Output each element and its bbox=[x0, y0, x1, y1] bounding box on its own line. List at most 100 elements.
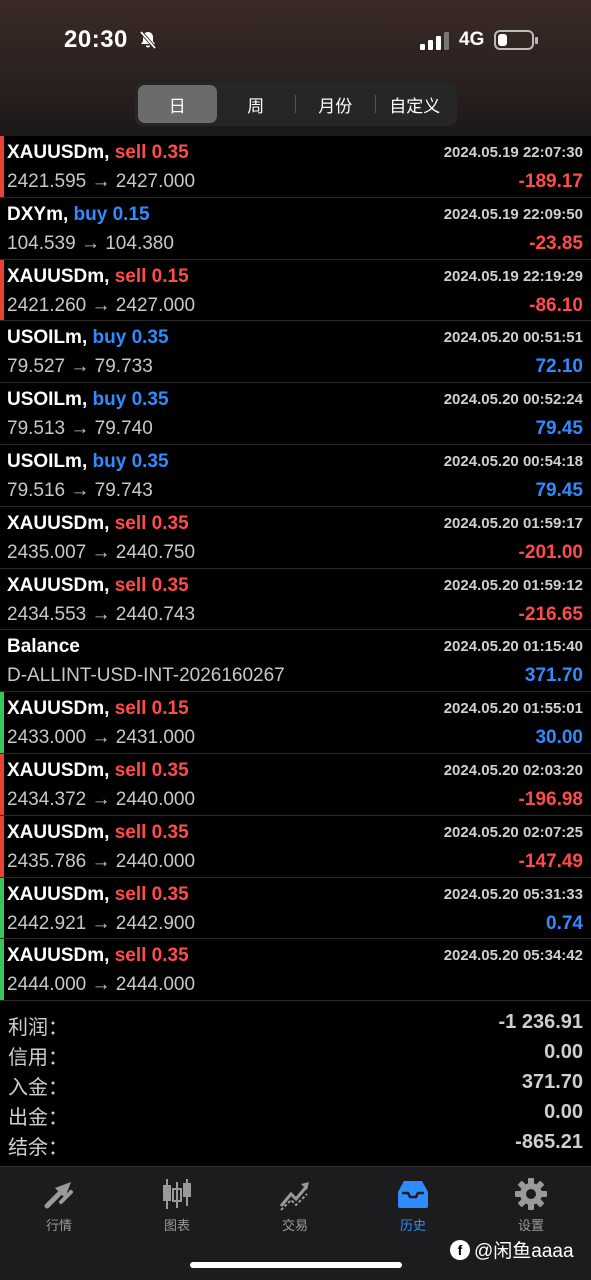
trade-prices: 2442.921 → 2442.900 bbox=[7, 912, 196, 934]
tab-history[interactable]: 历史 bbox=[354, 1167, 472, 1237]
trade-volume: 0.35 bbox=[151, 759, 189, 781]
tab-settings[interactable]: 设置 bbox=[472, 1167, 590, 1237]
segment-custom[interactable]: 自定义 bbox=[376, 85, 455, 123]
trade-volume: 0.35 bbox=[151, 512, 189, 534]
period-segmented-control: 日 周 月份 自定义 bbox=[135, 82, 457, 126]
trade-side: buy bbox=[92, 450, 127, 472]
trade-prices: 2435.786 → 2440.000 bbox=[7, 850, 196, 872]
trade-date: 2024.05.20 05:34:42 bbox=[443, 947, 583, 965]
trade-date: 2024.05.19 22:07:30 bbox=[443, 144, 583, 161]
trade-side: buy bbox=[92, 327, 127, 349]
trade-profit: -189.17 bbox=[518, 171, 583, 192]
trade-row[interactable]: XAUUSDm, sell 0.15 2024.05.20 01:55:01 243… bbox=[0, 692, 591, 754]
trade-row[interactable]: XAUUSDm, sell 0.35 2024.05.20 01:59:12 243… bbox=[0, 569, 591, 631]
trade-side: sell bbox=[114, 512, 147, 534]
summary-row: 利润： -1 236.91 bbox=[0, 1010, 591, 1040]
trade-volume: 0.35 bbox=[151, 574, 189, 596]
tab-quotes[interactable]: 行情 bbox=[0, 1167, 118, 1237]
trade-date: 2024.05.20 02:07:25 bbox=[443, 823, 583, 841]
summary-value: 0.00 bbox=[544, 1101, 583, 1123]
trade-side: buy bbox=[73, 203, 108, 225]
summary-label: 结余： bbox=[8, 1137, 68, 1159]
trade-profit: 30.00 bbox=[535, 727, 583, 749]
status-bar bbox=[0, 939, 4, 1001]
trade-prices: 79.513 → 79.740 bbox=[7, 418, 153, 440]
tab-label: 设置 bbox=[517, 1218, 544, 1233]
symbol: XAUUSDm, sell 0.35 bbox=[7, 884, 189, 906]
segment-day[interactable]: 日 bbox=[138, 85, 217, 123]
symbol: USOILm, buy 0.35 bbox=[7, 327, 169, 349]
symbol: XAUUSDm, sell 0.15 bbox=[7, 266, 189, 288]
trade-row[interactable]: XAUUSDm, sell 0.35 2024.05.20 02:07:25 243… bbox=[0, 815, 591, 878]
symbol: DXYm, buy 0.15 bbox=[7, 204, 150, 226]
quotes-icon bbox=[44, 1182, 73, 1209]
trade-profit: -86.10 bbox=[529, 294, 583, 316]
trade-volume: 0.35 bbox=[151, 945, 189, 967]
symbol-name: XAUUSDm, bbox=[7, 512, 110, 534]
symbol: XAUUSDm, sell 0.35 bbox=[7, 945, 189, 967]
trade-volume: 0.15 bbox=[112, 203, 150, 225]
trade-volume: 0.15 bbox=[151, 698, 189, 720]
trade-prices: 2434.553 → 2440.743 bbox=[7, 603, 196, 625]
status-bar bbox=[0, 136, 4, 197]
status-bar bbox=[0, 815, 4, 877]
status-bar bbox=[0, 259, 4, 321]
trade-side: sell bbox=[114, 574, 147, 596]
tab-chart[interactable]: 图表 bbox=[118, 1167, 236, 1237]
history-list: XAUUSDm, sell 0.35 2024.05.19 22:07:30 242… bbox=[0, 136, 591, 1002]
summary-value: -865.21 bbox=[515, 1131, 583, 1153]
watermark-text: @闲鱼aaaa bbox=[474, 1241, 574, 1262]
symbol: XAUUSDm, sell 0.35 bbox=[7, 822, 189, 844]
symbol-name: Balance bbox=[7, 636, 80, 658]
segment-week[interactable]: 周 bbox=[217, 85, 296, 123]
trade-profit: 0.74 bbox=[546, 912, 583, 934]
symbol: Balance bbox=[7, 636, 80, 658]
status-bar bbox=[0, 753, 4, 815]
trade-row[interactable]: USOILm, buy 0.35 2024.05.20 00:51:51 79.52… bbox=[0, 321, 591, 384]
trade-profit: -147.49 bbox=[518, 850, 583, 872]
tab-label: 图表 bbox=[163, 1218, 190, 1233]
symbol-name: XAUUSDm, bbox=[7, 759, 110, 781]
history-icon bbox=[398, 1181, 428, 1208]
symbol-name: DXYm, bbox=[7, 203, 69, 225]
home-indicator bbox=[190, 1262, 402, 1268]
summary-label: 信用： bbox=[8, 1047, 68, 1069]
trade-row[interactable]: XAUUSDm, sell 0.35 2024.05.20 02:03:20 243… bbox=[0, 753, 591, 816]
segment-month[interactable]: 月份 bbox=[296, 85, 375, 123]
symbol-name: USOILm, bbox=[7, 450, 88, 472]
trade-date: 2024.05.20 02:03:20 bbox=[443, 761, 583, 779]
trade-row[interactable]: Balance 2024.05.20 01:15:40 D-ALLINT-USD-I… bbox=[0, 630, 591, 693]
trade-volume: 0.35 bbox=[131, 327, 169, 349]
trade-side: sell bbox=[114, 142, 147, 163]
trade-row[interactable]: USOILm, buy 0.35 2024.05.20 00:52:24 79.51… bbox=[0, 383, 591, 445]
trade-prices: 2433.000 → 2431.000 bbox=[7, 727, 196, 749]
status-bar bbox=[0, 692, 4, 753]
trade-date: 2024.05.20 00:51:51 bbox=[443, 329, 583, 347]
bell-muted-icon bbox=[139, 30, 157, 50]
trade-row[interactable]: XAUUSDm, sell 0.35 2024.05.19 22:07:30 242… bbox=[0, 136, 591, 198]
trade-volume: 0.35 bbox=[151, 883, 189, 905]
trade-date: 2024.05.20 01:59:17 bbox=[443, 514, 583, 532]
trade-row[interactable]: USOILm, buy 0.35 2024.05.20 00:54:18 79.51… bbox=[0, 445, 591, 507]
trade-row[interactable]: XAUUSDm, sell 0.35 2024.05.20 05:31:33 244… bbox=[0, 877, 591, 940]
trade-volume: 0.35 bbox=[131, 389, 169, 411]
watermark: f @闲鱼aaaa bbox=[450, 1236, 574, 1263]
trade-prices: 2434.372 → 2440.000 bbox=[7, 788, 196, 810]
trade-profit: 79.45 bbox=[535, 479, 583, 501]
trade-side: sell bbox=[114, 698, 147, 720]
symbol: XAUUSDm, sell 0.35 bbox=[7, 513, 189, 535]
signal-icon bbox=[420, 32, 449, 50]
symbol-name: XAUUSDm, bbox=[7, 142, 110, 163]
trade-volume: 0.35 bbox=[151, 821, 189, 843]
tab-trade[interactable]: 交易 bbox=[236, 1167, 354, 1237]
trade-row[interactable]: XAUUSDm, sell 0.15 2024.05.19 22:19:29 242… bbox=[0, 259, 591, 322]
trade-profit: 79.45 bbox=[535, 418, 583, 440]
trade-row[interactable]: XAUUSDm, sell 0.35 2024.05.20 01:59:17 243… bbox=[0, 507, 591, 569]
trade-row[interactable]: XAUUSDm, sell 0.35 2024.05.20 05:34:42 244… bbox=[0, 939, 591, 1002]
tab-label: 行情 bbox=[45, 1218, 72, 1233]
summary-value: -1 236.91 bbox=[498, 1011, 583, 1033]
trade-volume: 0.35 bbox=[151, 142, 189, 163]
trade-profit: 72.10 bbox=[535, 356, 583, 378]
trade-side: sell bbox=[114, 945, 147, 967]
trade-row[interactable]: DXYm, buy 0.15 2024.05.19 22:09:50 104.539… bbox=[0, 198, 591, 260]
